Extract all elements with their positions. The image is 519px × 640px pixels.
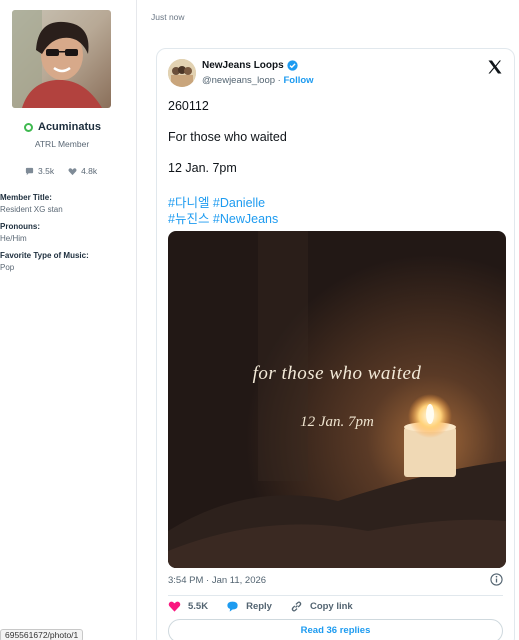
copy-link-label: Copy link — [309, 601, 353, 612]
verified-badge-icon — [287, 60, 298, 71]
messages-stat[interactable]: 3.5k — [25, 166, 54, 176]
embedded-tweet: NewJeans Loops @newjeans_loop · Follow 2… — [156, 48, 515, 640]
custom-fields: Member Title: Resident XG stan Pronouns:… — [0, 193, 89, 280]
tweet-author-name-row[interactable]: NewJeans Loops — [202, 60, 298, 71]
field-member-title: Member Title: Resident XG stan — [0, 193, 89, 214]
tweet-datetime[interactable]: 3:54 PM · Jan 11, 2026 — [168, 575, 266, 586]
field-favorite-music: Favorite Type of Music: Pop — [0, 251, 89, 272]
post-timestamp[interactable]: Just now — [151, 12, 185, 22]
tweet-actions: 5.5K Reply Copy link — [168, 600, 371, 613]
field-value: Resident XG stan — [0, 205, 63, 214]
field-value: He/Him — [0, 234, 27, 243]
reactions-stat[interactable]: 4.8k — [68, 166, 97, 176]
tweet-divider — [168, 595, 503, 596]
copy-link-icon — [291, 601, 302, 612]
user-title: ATRL Member — [34, 139, 90, 149]
media-caption-line: 12 Jan. 7pm — [300, 414, 374, 430]
tweet-hashtags-line[interactable]: #뉴진스 #NewJeans — [168, 208, 278, 227]
info-icon[interactable] — [490, 573, 503, 586]
field-label: Favorite Type of Music: — [0, 251, 89, 260]
tweet-text-line: 12 Jan. 7pm — [168, 161, 237, 175]
tweet-author-avatar[interactable] — [168, 59, 196, 87]
tweet-handle-row: @newjeans_loop · Follow — [202, 75, 314, 86]
reply-label: Reply — [246, 601, 272, 612]
user-profile-sidebar: Acuminatus ATRL Member 3.5k 4.8k Member … — [0, 0, 137, 640]
username[interactable]: Acuminatus — [38, 121, 101, 133]
user-stats: 3.5k 4.8k — [25, 166, 97, 176]
x-logo-icon[interactable] — [487, 59, 503, 75]
tweet-text-line: For those who waited — [168, 130, 287, 144]
online-status-icon — [24, 122, 33, 132]
reactions-count: 4.8k — [81, 166, 98, 176]
field-label: Member Title: — [0, 193, 52, 202]
heart-icon — [68, 167, 77, 175]
tweet-author-handle[interactable]: @newjeans_loop — [202, 75, 275, 86]
reply-bubble-icon — [227, 601, 238, 612]
user-avatar[interactable] — [12, 10, 111, 108]
status-bar-url: 695561672/photo/1 — [0, 629, 84, 640]
media-caption-line: for those who waited — [252, 363, 422, 384]
like-count: 5.5K — [188, 601, 209, 612]
tweet-author-name[interactable]: NewJeans Loops — [202, 60, 284, 71]
tweet-text-line: 260112 — [168, 99, 209, 113]
messages-count: 3.5k — [38, 166, 55, 176]
like-button[interactable]: 5.5K — [168, 600, 208, 613]
follow-link[interactable]: Follow — [283, 75, 313, 86]
field-pronouns: Pronouns: He/Him — [0, 222, 89, 243]
copy-link-button[interactable]: Copy link — [290, 600, 353, 613]
like-heart-icon — [168, 601, 181, 612]
tweet-media-image[interactable]: for those who waited 12 Jan. 7pm — [168, 231, 506, 568]
username-row: Acuminatus — [24, 121, 101, 133]
field-value: Pop — [0, 263, 15, 272]
field-label: Pronouns: — [0, 222, 40, 231]
message-icon — [25, 167, 34, 175]
read-replies-button[interactable]: Read 36 replies — [168, 619, 503, 640]
reply-button[interactable]: Reply — [226, 600, 272, 613]
